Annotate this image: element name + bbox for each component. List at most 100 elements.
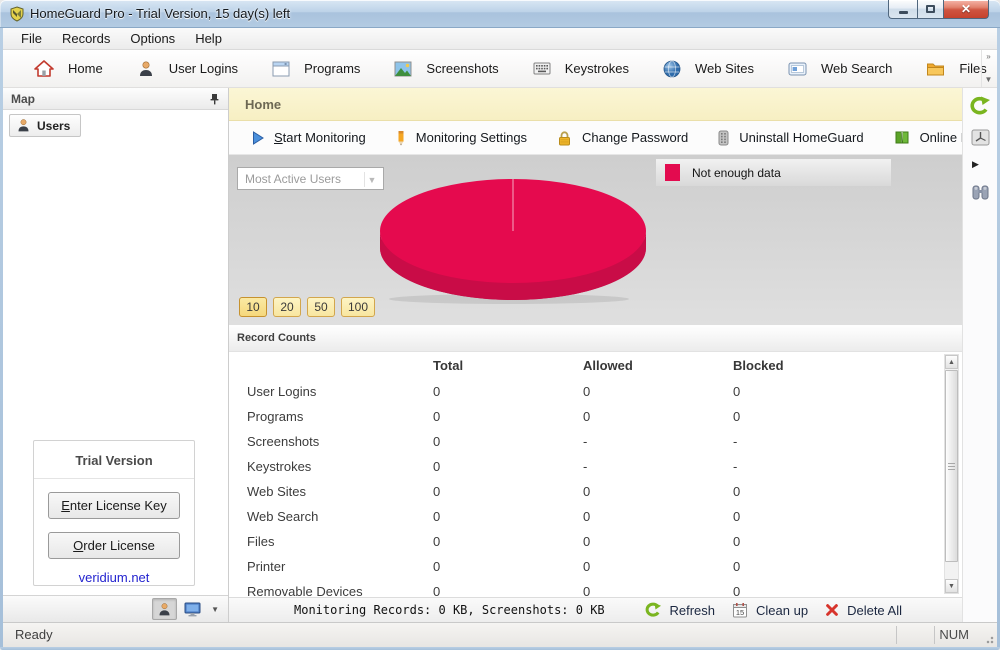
- window-border: [0, 28, 3, 650]
- records-table: Total Allowed Blocked User Logins 0 0 0 …: [229, 352, 962, 597]
- row-label: Web Sites: [247, 484, 306, 499]
- cell-blocked: 0: [733, 384, 740, 399]
- count-button-100[interactable]: 100: [341, 297, 375, 317]
- active-users-dropdown[interactable]: Most Active Users ▼: [237, 167, 384, 190]
- minimize-icon: [899, 11, 908, 14]
- toolbar-item-screenshots[interactable]: Screenshots: [377, 54, 515, 84]
- resize-grip[interactable]: [984, 634, 994, 644]
- count-button-10[interactable]: 10: [239, 297, 267, 317]
- action-bar: Start Monitoring Monitoring Settings: [229, 121, 962, 155]
- maximize-button[interactable]: [917, 0, 944, 19]
- scroll-grip-icon: [948, 466, 955, 467]
- sidebar-item-users[interactable]: Users: [9, 114, 81, 137]
- count-button-20[interactable]: 20: [273, 297, 301, 317]
- user-icon: [137, 60, 155, 78]
- app-window: HomeGuard Pro - Trial Version, 15 day(s)…: [0, 0, 1000, 650]
- cell-total: 0: [433, 484, 440, 499]
- refresh-button[interactable]: Refresh: [645, 602, 716, 618]
- cell-total: 0: [433, 434, 440, 449]
- table-row: Removable Devices 0 0 0: [229, 580, 962, 597]
- toolbar-item-home[interactable]: Home: [17, 54, 120, 84]
- status-divider: [934, 626, 935, 644]
- cleanup-button[interactable]: 15 Clean up: [732, 602, 808, 618]
- user-icon: [16, 118, 31, 133]
- close-icon: ✕: [961, 3, 971, 15]
- order-license-button[interactable]: Order License: [48, 532, 180, 559]
- table-row: Web Sites 0 0 0: [229, 480, 962, 505]
- shield-icon: [9, 6, 25, 22]
- toolbar-item-programs[interactable]: Programs: [255, 54, 377, 84]
- column-total: Total: [433, 358, 463, 373]
- delete-all-button[interactable]: Delete All: [825, 603, 902, 618]
- table-row: Keystrokes 0 - -: [229, 455, 962, 480]
- uninstall-homeguard-button[interactable]: Uninstall HomeGuard: [703, 130, 878, 146]
- binoculars-icon[interactable]: [971, 183, 990, 202]
- monitoring-settings-button[interactable]: Monitoring Settings: [381, 130, 542, 146]
- scroll-thumb[interactable]: [945, 370, 958, 562]
- pin-icon[interactable]: [209, 93, 220, 105]
- expand-arrow-icon[interactable]: ▶: [963, 159, 979, 170]
- map-panel-title: Map: [11, 92, 209, 106]
- cell-allowed: 0: [583, 534, 590, 549]
- website-link[interactable]: veridium.net: [34, 570, 194, 585]
- users-view-button[interactable]: [152, 598, 177, 620]
- picture-icon: [394, 61, 412, 77]
- records-footer: Monitoring Records: 0 KB, Screenshots: 0…: [229, 597, 962, 622]
- cell-blocked: 0: [733, 534, 740, 549]
- scroll-down-button[interactable]: ▼: [945, 579, 958, 593]
- cell-allowed: 0: [583, 559, 590, 574]
- cell-allowed: 0: [583, 509, 590, 524]
- table-row: Printer 0 0 0: [229, 555, 962, 580]
- keyboard-icon: [533, 61, 551, 76]
- cell-total: 0: [433, 559, 440, 574]
- chart-panel: Most Active Users ▼ Not enough data 10 2…: [229, 155, 962, 325]
- minimize-button[interactable]: [888, 0, 917, 19]
- record-counts-header: Record Counts: [229, 325, 962, 352]
- enter-license-key-button[interactable]: Enter License Key: [48, 492, 180, 519]
- monitor-icon: [184, 602, 201, 617]
- delete-icon: [825, 603, 839, 617]
- window-titlebar[interactable]: HomeGuard Pro - Trial Version, 15 day(s)…: [0, 0, 1000, 28]
- change-password-button[interactable]: Change Password: [542, 130, 703, 146]
- map-sidebar: Map Users Trial Version Enter License Ke…: [3, 88, 228, 622]
- cell-blocked: 0: [733, 509, 740, 524]
- lock-icon: [557, 130, 572, 146]
- scroll-up-button[interactable]: ▲: [945, 355, 958, 369]
- count-button-50[interactable]: 50: [307, 297, 335, 317]
- start-monitoring-button[interactable]: Start Monitoring: [237, 130, 381, 145]
- maximize-icon: [926, 5, 935, 13]
- menu-item-help[interactable]: Help: [185, 29, 232, 48]
- calendar-icon: 15: [732, 602, 748, 618]
- menu-item-file[interactable]: File: [11, 29, 52, 48]
- menu-item-records[interactable]: Records: [52, 29, 120, 48]
- folder-icon: [926, 61, 945, 77]
- svg-text:15: 15: [736, 608, 744, 617]
- cell-blocked: 0: [733, 584, 740, 597]
- toolbar-item-keystrokes[interactable]: Keystrokes: [516, 54, 646, 84]
- searchbar-icon: [788, 62, 807, 76]
- toolbar-item-user-logins[interactable]: User Logins: [120, 54, 255, 84]
- cell-allowed: 0: [583, 484, 590, 499]
- column-allowed: Allowed: [583, 358, 633, 373]
- statusbar: Ready NUM: [3, 622, 997, 647]
- table-scrollbar[interactable]: ▲ ▼: [944, 354, 959, 594]
- clock-icon[interactable]: [971, 129, 990, 146]
- toolbar-item-web-search[interactable]: Web Search: [771, 54, 909, 84]
- status-divider: [896, 626, 897, 644]
- toolbar-overflow-button[interactable]: » ▼: [981, 50, 995, 87]
- uninstall-icon: [718, 130, 729, 146]
- view-dropdown-caret[interactable]: ▼: [208, 605, 222, 614]
- menu-item-options[interactable]: Options: [120, 29, 185, 48]
- toolbar-item-web-sites[interactable]: Web Sites: [646, 54, 771, 84]
- chevron-down-icon: ▼: [985, 76, 993, 84]
- num-lock-indicator: NUM: [939, 627, 969, 642]
- close-button[interactable]: ✕: [944, 0, 989, 19]
- computers-view-button[interactable]: [180, 598, 205, 620]
- cell-allowed: -: [583, 459, 587, 474]
- records-summary: Monitoring Records: 0 KB, Screenshots: 0…: [294, 603, 605, 617]
- user-icon: [157, 602, 172, 617]
- trial-version-title: Trial Version: [34, 441, 194, 479]
- row-label: Programs: [247, 409, 303, 424]
- book-icon: [894, 130, 910, 145]
- refresh-icon[interactable]: [969, 96, 991, 116]
